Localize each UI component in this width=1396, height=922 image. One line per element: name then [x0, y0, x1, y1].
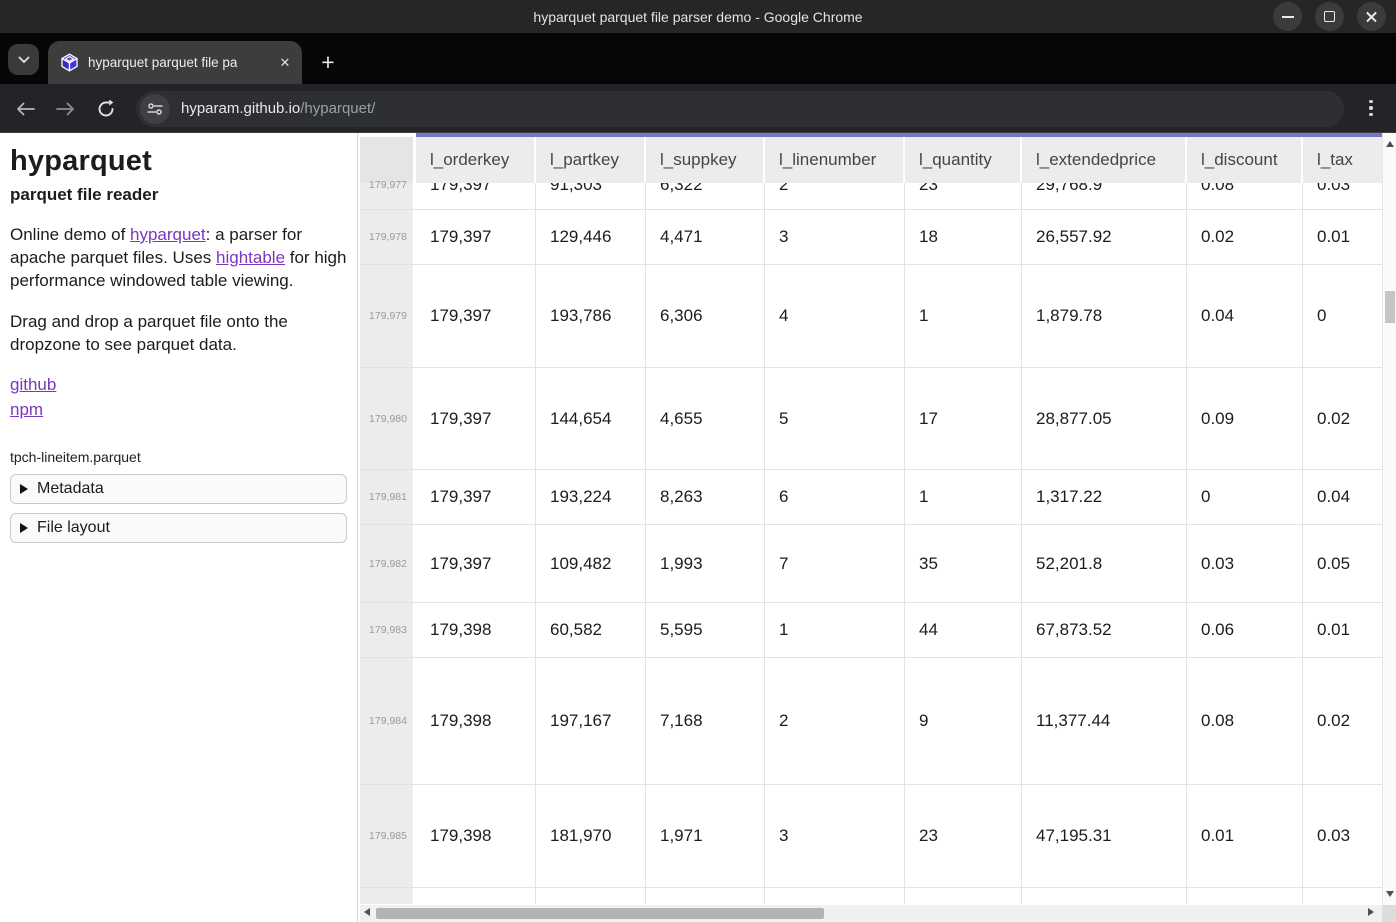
file-layout-accordion[interactable]: File layout: [10, 513, 347, 543]
hightable-link[interactable]: hightable: [216, 248, 285, 267]
table-row[interactable]: 179,982 179,397 109,482 1,993 7 35 52,20…: [360, 525, 1382, 603]
caret-right-icon: [20, 523, 28, 533]
row-number[interactable]: 179,983: [360, 603, 416, 657]
column-header-l-partkey[interactable]: l_partkey: [536, 137, 646, 183]
github-link[interactable]: github: [10, 375, 56, 394]
horizontal-scrollbar[interactable]: [360, 905, 1382, 922]
metadata-label: Metadata: [37, 480, 104, 498]
table-row[interactable]: 179,984 179,398 197,167 7,168 2 9 11,377…: [360, 658, 1382, 785]
tab-close-button[interactable]: ✕: [276, 54, 294, 72]
column-header-l-tax[interactable]: l_tax: [1303, 137, 1382, 183]
close-button[interactable]: [1357, 2, 1386, 31]
page-title: hyparquet: [10, 145, 347, 178]
row-number[interactable]: 179,981: [360, 470, 416, 524]
window-title: hyparquet parquet file parser demo - Goo…: [533, 9, 862, 25]
hyparquet-favicon-cube-icon: [60, 53, 79, 72]
row-number[interactable]: 179,984: [360, 658, 416, 784]
back-button[interactable]: [10, 93, 41, 124]
address-bar[interactable]: hyparam.github.io/hyparquet/: [136, 91, 1344, 127]
table-row[interactable]: 179,979 179,397 193,786 6,306 4 1 1,879.…: [360, 265, 1382, 368]
close-icon: [1365, 10, 1378, 23]
table-row[interactable]: 179,985 179,398 181,970 1,971 3 23 47,19…: [360, 785, 1382, 888]
table-header-row: l_orderkey l_partkey l_suppkey l_linenum…: [360, 137, 1382, 183]
scroll-up-arrow-icon[interactable]: [1386, 141, 1394, 147]
minimize-icon: [1282, 16, 1294, 18]
tab-title: hyparquet parquet file pa: [88, 54, 270, 72]
forward-arrow-icon: [56, 102, 75, 116]
browser-tab[interactable]: hyparquet parquet file pa ✕: [48, 41, 302, 84]
site-settings-sliders-icon: [147, 102, 163, 116]
horizontal-scrollbar-thumb[interactable]: [376, 908, 824, 919]
maximize-button[interactable]: [1315, 2, 1344, 31]
back-arrow-icon: [16, 102, 35, 116]
scroll-down-arrow-icon[interactable]: [1386, 891, 1394, 897]
table-row-partial-bottom[interactable]: [360, 888, 1382, 904]
table-row[interactable]: 179,983 179,398 60,582 5,595 1 44 67,873…: [360, 603, 1382, 658]
intro-paragraph: Online demo of hyparquet: a parser for a…: [10, 223, 347, 292]
scroll-right-arrow-icon[interactable]: [1368, 908, 1374, 916]
table-row[interactable]: 179,981 179,397 193,224 8,263 6 1 1,317.…: [360, 470, 1382, 525]
vertical-scrollbar[interactable]: [1382, 133, 1396, 905]
table-body: 179,977 179,397 91,303 6,322 2 23 29,768…: [360, 183, 1382, 904]
table-row-partial[interactable]: 179,977 179,397 91,303 6,322 2 23 29,768…: [360, 183, 1382, 210]
row-number[interactable]: 179,980: [360, 368, 416, 469]
window-controls: [1273, 2, 1386, 31]
url-path: /hyparquet/: [300, 100, 375, 117]
npm-link[interactable]: npm: [10, 400, 43, 419]
forward-button[interactable]: [50, 93, 81, 124]
page-subtitle: parquet file reader: [10, 185, 347, 205]
column-header-l-discount[interactable]: l_discount: [1187, 137, 1303, 183]
chevron-down-icon: [18, 56, 30, 64]
table-corner-cell: [360, 137, 413, 183]
window-titlebar: hyparquet parquet file parser demo - Goo…: [0, 0, 1396, 33]
browser-window: hyparquet parquet file parser demo - Goo…: [0, 0, 1396, 922]
column-header-l-extendedprice[interactable]: l_extendedprice: [1022, 137, 1187, 183]
dropzone-instructions: Drag and drop a parquet file onto the dr…: [10, 310, 347, 356]
sidebar: hyparquet parquet file reader Online dem…: [0, 133, 358, 922]
reload-button[interactable]: [90, 93, 121, 124]
tab-strip: hyparquet parquet file pa ✕ +: [0, 33, 1396, 84]
file-layout-label: File layout: [37, 519, 110, 537]
tab-search-button[interactable]: [8, 44, 39, 75]
row-number[interactable]: 179,978: [360, 210, 416, 264]
minimize-button[interactable]: [1273, 2, 1302, 31]
row-number[interactable]: 179,985: [360, 785, 416, 887]
metadata-accordion[interactable]: Metadata: [10, 474, 347, 504]
parquet-data-table: l_orderkey l_partkey l_suppkey l_linenum…: [360, 133, 1382, 905]
column-header-l-suppkey[interactable]: l_suppkey: [646, 137, 765, 183]
browser-toolbar: hyparam.github.io/hyparquet/: [0, 84, 1396, 133]
site-info-button[interactable]: [140, 94, 170, 124]
hyparquet-link[interactable]: hyparquet: [130, 225, 206, 244]
vertical-scrollbar-thumb[interactable]: [1385, 291, 1395, 323]
column-header-l-linenumber[interactable]: l_linenumber: [765, 137, 905, 183]
new-tab-button[interactable]: +: [313, 47, 343, 77]
maximize-icon: [1324, 11, 1335, 22]
row-number[interactable]: 179,977: [360, 183, 416, 209]
column-header-l-quantity[interactable]: l_quantity: [905, 137, 1022, 183]
column-header-l-orderkey[interactable]: l_orderkey: [416, 137, 536, 183]
reload-icon: [97, 100, 115, 118]
chrome-menu-button[interactable]: [1357, 94, 1385, 122]
scrollbar-corner: [1382, 905, 1396, 922]
table-row[interactable]: 179,980 179,397 144,654 4,655 5 17 28,87…: [360, 368, 1382, 470]
scroll-left-arrow-icon[interactable]: [364, 908, 370, 916]
kebab-menu-icon: [1369, 100, 1372, 103]
url-host: hyparam.github.io: [181, 100, 300, 117]
row-number[interactable]: 179,982: [360, 525, 416, 602]
caret-right-icon: [20, 484, 28, 494]
parquet-filename: tpch-lineitem.parquet: [10, 449, 347, 465]
url-text[interactable]: hyparam.github.io/hyparquet/: [181, 100, 375, 117]
table-row[interactable]: 179,978 179,397 129,446 4,471 3 18 26,55…: [360, 210, 1382, 265]
row-number[interactable]: 179,979: [360, 265, 416, 367]
